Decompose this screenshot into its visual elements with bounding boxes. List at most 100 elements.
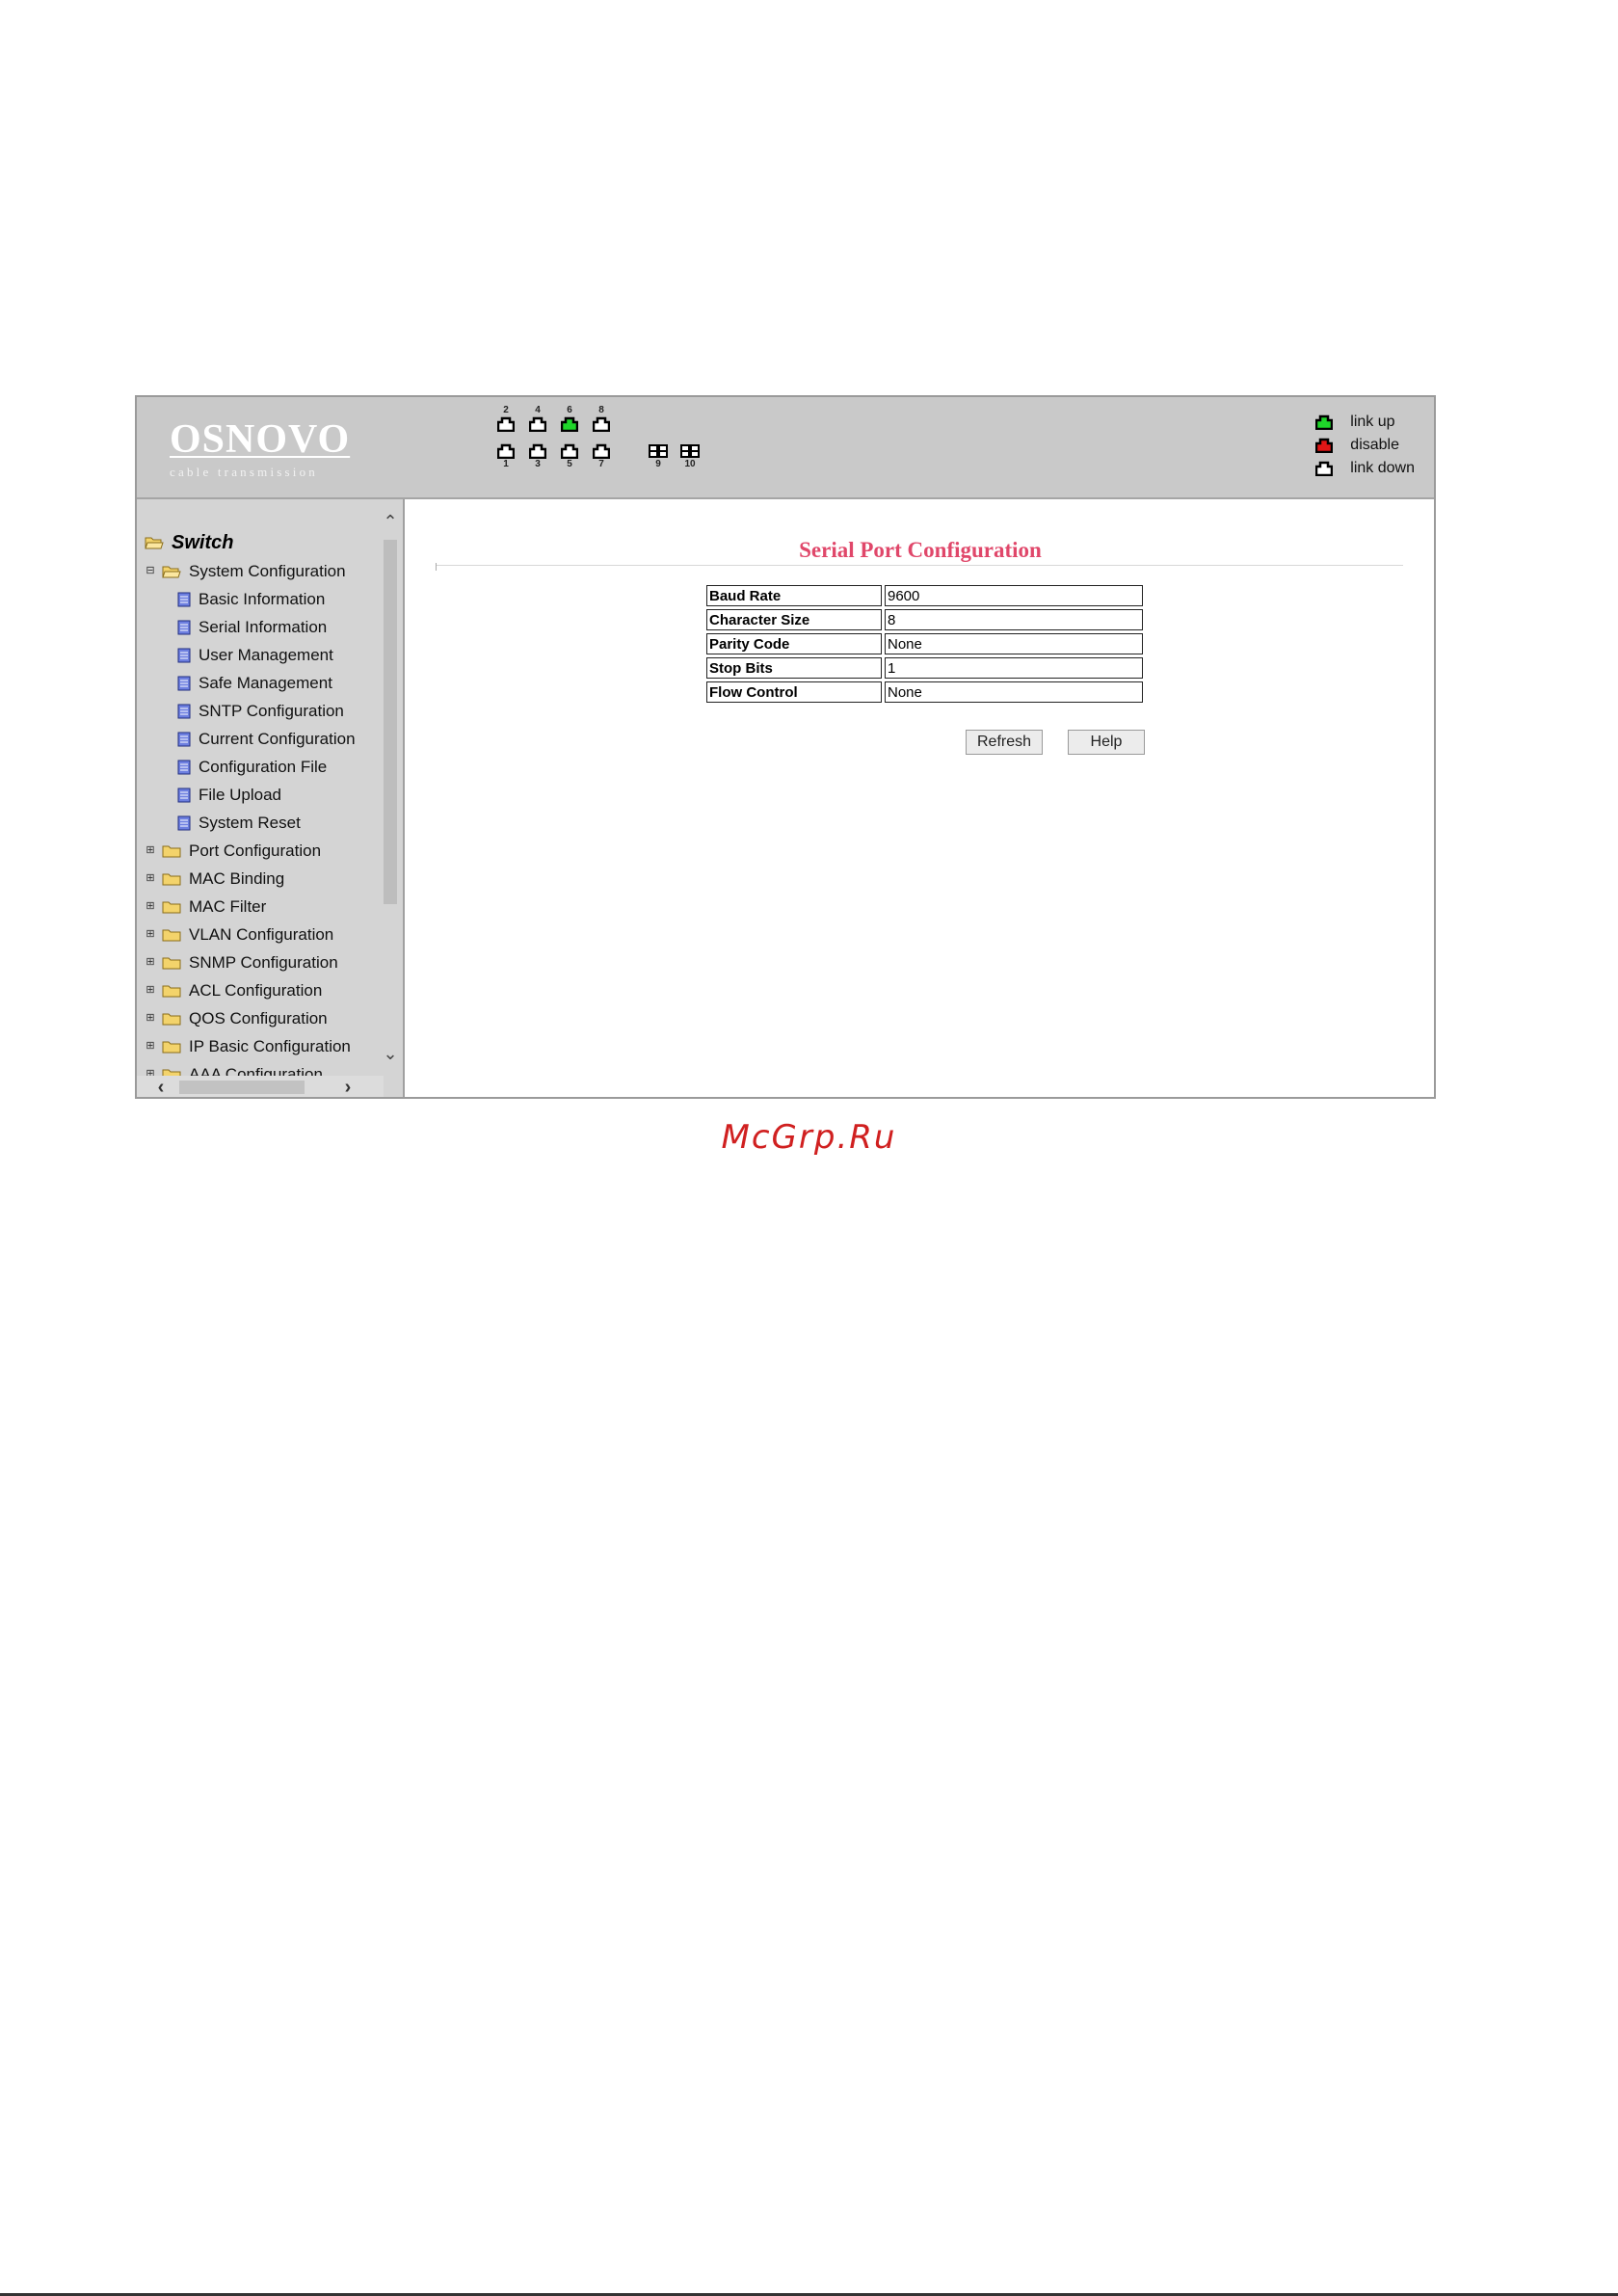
field-value: 8 [885,609,1143,630]
sidebar-item-system-reset[interactable]: System Reset [145,809,385,837]
document-icon [177,592,191,606]
folder-icon [162,985,181,997]
expand-icon[interactable]: ⊞ [145,844,156,857]
serial-config-table: Baud Rate 9600 Character Size 8 Parity C… [703,582,1146,706]
document-icon [177,704,191,718]
main-content: Serial Port Configuration Baud Rate 9600… [407,499,1434,1097]
sidebar-item-mac-binding[interactable]: ⊞ MAC Binding [145,865,385,893]
port-6[interactable]: 6 [559,405,580,432]
port-10[interactable]: 10 [679,443,701,470]
collapse-icon[interactable]: ⊟ [145,565,156,577]
table-row: Baud Rate 9600 [706,585,1143,606]
logo-name: OSNOVO [170,417,351,462]
sidebar-item-label: System Configuration [189,561,346,580]
folder-icon [162,957,181,969]
document-icon [177,620,191,634]
port-4[interactable]: 4 [527,405,548,432]
header-bar: OSNOVO cable transmission 2 4 6 8 1 3 5 … [137,397,1434,499]
expand-icon[interactable]: ⊞ [145,1012,156,1025]
tree-root-switch[interactable]: Switch [145,528,385,557]
button-bar: Refresh Help [407,730,1434,755]
sidebar-item-basic-information[interactable]: Basic Information [145,585,385,613]
document-icon [177,815,191,830]
sidebar-item-user-management[interactable]: User Management [145,641,385,669]
folder-icon [162,845,181,857]
port-icon [529,443,546,459]
help-button[interactable]: Help [1068,730,1145,755]
folder-icon [162,1013,181,1025]
sidebar-vertical-scrollbar[interactable]: ⌃ ⌄ [380,499,401,1076]
port-7[interactable]: 7 [591,443,612,470]
document-icon [177,676,191,690]
sidebar-item-sntp-configuration[interactable]: SNTP Configuration [145,697,385,725]
port-8[interactable]: 8 [591,405,612,432]
table-row: Flow Control None [706,681,1143,703]
table-row: Parity Code None [706,633,1143,654]
port-2[interactable]: 2 [495,405,517,432]
legend-link-down: link down [1315,457,1415,480]
sfp-port-icon [680,444,700,458]
scroll-right-icon[interactable]: › [335,1076,360,1097]
sidebar-item-serial-information[interactable]: Serial Information [145,613,385,641]
port-legend: link up disable link down [1315,411,1415,480]
port-1[interactable]: 1 [495,443,517,470]
sidebar-item-safe-management[interactable]: Safe Management [145,669,385,697]
sidebar-item-file-upload[interactable]: File Upload [145,781,385,809]
open-folder-icon [145,537,164,549]
document-icon [177,648,191,662]
sidebar-item-port-configuration[interactable]: ⊞ Port Configuration [145,837,385,865]
page-title: Serial Port Configuration [799,538,1042,562]
port-icon-link-up [561,416,578,432]
expand-icon[interactable]: ⊞ [145,1040,156,1053]
folder-icon [162,873,181,885]
sidebar-horizontal-scrollbar[interactable]: ‹ › [137,1076,384,1097]
field-value: None [885,633,1143,654]
legend-disable: disable [1315,434,1415,457]
folder-icon [162,1041,181,1053]
scroll-thumb[interactable] [384,540,397,904]
scroll-down-icon[interactable]: ⌄ [380,1041,401,1066]
expand-icon[interactable]: ⊞ [145,956,156,969]
switch-web-ui: OSNOVO cable transmission 2 4 6 8 1 3 5 … [135,395,1436,1099]
refresh-button[interactable]: Refresh [966,730,1043,755]
legend-link-up: link up [1315,411,1415,434]
sidebar-item-vlan-configuration[interactable]: ⊞ VLAN Configuration [145,921,385,948]
folder-icon [162,901,181,913]
legend-label: disable [1350,437,1399,453]
expand-icon[interactable]: ⊞ [145,900,156,913]
scroll-up-icon[interactable]: ⌃ [380,509,401,534]
port-icon [529,416,546,432]
port-3[interactable]: 3 [527,443,548,470]
field-label: Character Size [706,609,882,630]
document-icon [177,760,191,774]
open-folder-icon [162,566,181,577]
field-label: Baud Rate [706,585,882,606]
expand-icon[interactable]: ⊞ [145,984,156,997]
table-row: Stop Bits 1 [706,657,1143,679]
sidebar-item-configuration-file[interactable]: Configuration File [145,753,385,781]
document-icon [177,732,191,746]
sidebar-item-acl-configuration[interactable]: ⊞ ACL Configuration [145,976,385,1004]
port-9[interactable]: 9 [648,443,669,470]
port-icon [497,416,515,432]
scroll-thumb[interactable] [179,1081,305,1094]
field-value: None [885,681,1143,703]
link-up-icon [1315,414,1334,430]
sidebar-item-qos-configuration[interactable]: ⊞ QOS Configuration [145,1004,385,1032]
sfp-port-icon [649,444,668,458]
disable-icon [1315,438,1334,453]
sidebar-item-snmp-configuration[interactable]: ⊞ SNMP Configuration [145,948,385,976]
port-5[interactable]: 5 [559,443,580,470]
port-icon [593,416,610,432]
field-label: Flow Control [706,681,882,703]
scroll-left-icon[interactable]: ‹ [148,1076,173,1097]
sidebar-item-current-configuration[interactable]: Current Configuration [145,725,385,753]
legend-label: link down [1350,460,1415,476]
expand-icon[interactable]: ⊞ [145,872,156,885]
sidebar-item-system-configuration[interactable]: ⊟ System Configuration [145,557,385,585]
sidebar-item-ip-basic-configuration[interactable]: ⊞ IP Basic Configuration [145,1032,385,1060]
sidebar-item-mac-filter[interactable]: ⊞ MAC Filter [145,893,385,921]
expand-icon[interactable]: ⊞ [145,928,156,941]
title-divider [436,565,1403,566]
sidebar-tree: Switch ⊟ System Configuration Basic Info… [137,499,405,1097]
